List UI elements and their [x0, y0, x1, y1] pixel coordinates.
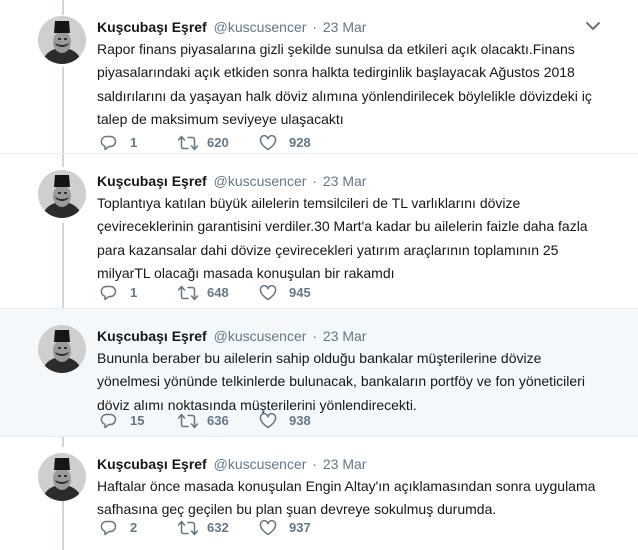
tweet-text-line: milyarTL olacağı masada konuşulan bir ra…: [97, 265, 395, 282]
like-count: 938: [289, 413, 311, 428]
avatar[interactable]: [38, 170, 86, 218]
tweet-text: Toplantıya katılan büyük ailelerin temsi…: [97, 192, 597, 286]
like-count: 937: [289, 520, 311, 535]
tweet-text-line: döviz alımı noktasında müşterilerini yön…: [97, 396, 417, 413]
reply-icon: [100, 413, 117, 429]
reply-count: 1: [130, 135, 138, 150]
chevron-down-icon[interactable]: [585, 20, 601, 32]
tweet-text: Haftalar önce masada konuşulan Engin Alt…: [97, 475, 597, 522]
tweet[interactable]: Kuşcubaşı Eşref @kuscusencer · 23 Mar Ra…: [0, 0, 638, 154]
separator: ·: [312, 328, 317, 344]
tweet-text: Rapor finans piyasalarına gizli şekilde …: [97, 38, 597, 132]
fez-portrait-avatar: [38, 16, 86, 64]
tweet-text-line: Toplantıya katılan büyük ailelerin temsi…: [97, 195, 521, 211]
avatar[interactable]: [38, 453, 86, 501]
tweet-text-line: Haftalar önce masada konuşulan Engin Alt…: [97, 478, 596, 494]
retweet-icon: [177, 520, 199, 536]
fez-portrait-avatar: [38, 170, 86, 218]
timestamp[interactable]: 23 Mar: [323, 328, 367, 344]
user-handle[interactable]: @kuscusencer: [214, 19, 307, 35]
heart-icon: [259, 520, 277, 536]
tweet-text-line: talep de maksimum seviyeye ulaşacaktı: [97, 111, 344, 128]
reply-count: 2: [130, 520, 138, 535]
retweet-count: 648: [207, 285, 229, 300]
heart-icon: [259, 135, 277, 151]
separator: ·: [312, 173, 317, 189]
separator: ·: [312, 19, 317, 35]
timestamp[interactable]: 23 Mar: [323, 173, 367, 189]
retweet-icon: [177, 135, 199, 151]
tweet-text-line: piyasalarındaki açık etkiden sonra halkt…: [97, 64, 575, 81]
retweet-count: 620: [207, 135, 229, 150]
tweet-text-line: saldırılarını da yaşayan halk döviz alım…: [97, 87, 592, 104]
fez-portrait-avatar: [38, 325, 86, 373]
tweet-text-line: çevireceklerinin garantisini verdiler.30…: [97, 218, 588, 235]
user-handle[interactable]: @kuscusencer: [214, 456, 307, 472]
fez-portrait-avatar: [38, 453, 86, 501]
tweet-text-line: para kazansalar dahi dövize çevirecekler…: [97, 241, 559, 258]
user-handle[interactable]: @kuscusencer: [214, 173, 307, 189]
display-name[interactable]: Kuşcubaşı Eşref: [97, 19, 207, 35]
tweet-header: Kuşcubaşı Eşref @kuscusencer · 23 Mar: [97, 172, 366, 190]
tweet[interactable]: Kuşcubaşı Eşref @kuscusencer · 23 Mar Bu…: [0, 309, 638, 437]
timestamp[interactable]: 23 Mar: [323, 19, 367, 35]
like-count: 945: [289, 285, 311, 300]
display-name[interactable]: Kuşcubaşı Eşref: [97, 456, 207, 472]
retweet-icon: [177, 285, 199, 301]
reply-icon: [100, 135, 117, 151]
heart-icon: [259, 413, 277, 429]
tweet-text-line: Bununla beraber bu ailelerin sahip olduğ…: [97, 350, 542, 366]
tweet-text-line: Rapor finans piyasalarına gizli şekilde …: [97, 41, 575, 57]
reply-icon: [100, 520, 117, 536]
separator: ·: [312, 456, 317, 472]
avatar[interactable]: [38, 325, 86, 373]
tweet-header: Kuşcubaşı Eşref @kuscusencer · 23 Mar: [97, 455, 366, 473]
tweet-text-line: safhasına geç geçilen bu plan şuan devre…: [97, 501, 497, 518]
like-count: 928: [289, 135, 311, 150]
user-handle[interactable]: @kuscusencer: [214, 328, 307, 344]
display-name[interactable]: Kuşcubaşı Eşref: [97, 328, 207, 344]
tweet[interactable]: Kuşcubaşı Eşref @kuscusencer · 23 Mar Ha…: [0, 437, 638, 550]
reply-icon: [100, 285, 117, 301]
tweet-header: Kuşcubaşı Eşref @kuscusencer · 23 Mar: [97, 18, 366, 36]
reply-count: 1: [130, 285, 138, 300]
reply-count: 15: [130, 413, 145, 428]
retweet-count: 636: [207, 413, 229, 428]
tweet-text: Bununla beraber bu ailelerin sahip olduğ…: [97, 347, 597, 417]
retweet-count: 632: [207, 520, 229, 535]
display-name[interactable]: Kuşcubaşı Eşref: [97, 173, 207, 189]
tweet[interactable]: Kuşcubaşı Eşref @kuscusencer · 23 Mar To…: [0, 154, 638, 309]
avatar[interactable]: [38, 16, 86, 64]
timestamp[interactable]: 23 Mar: [323, 456, 367, 472]
tweet-text-line: yönelmesi yönünde telkinlerde bulunacak,…: [97, 373, 585, 390]
heart-icon: [259, 285, 277, 301]
tweet-header: Kuşcubaşı Eşref @kuscusencer · 23 Mar: [97, 327, 366, 345]
retweet-icon: [177, 413, 199, 429]
